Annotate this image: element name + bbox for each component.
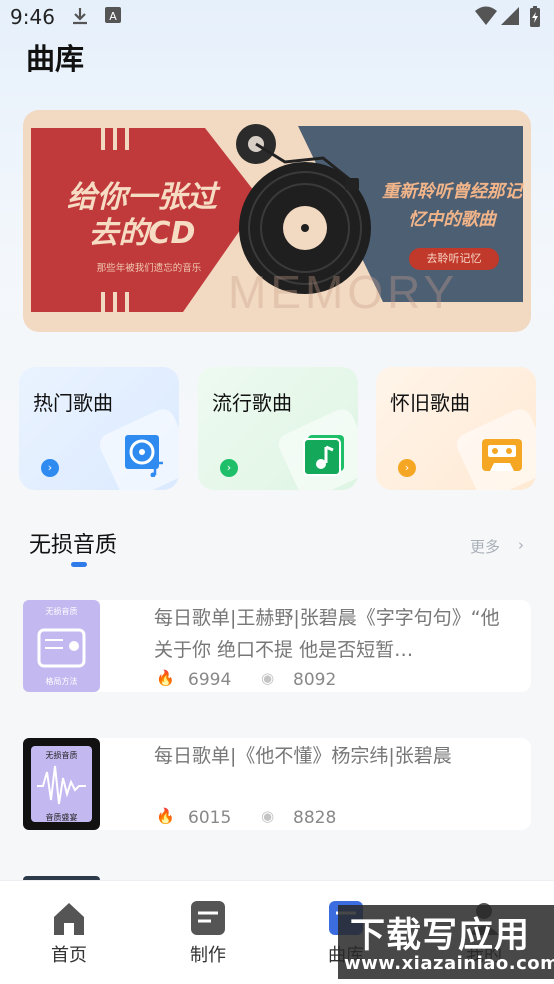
category-label: 流行歌曲 [212, 391, 292, 415]
like-count: 6994 [188, 670, 232, 690]
text-notification-icon: A [105, 7, 121, 23]
watermark-main-text: 下载写应用 [350, 916, 531, 956]
memory-banner[interactable]: 给你一张过去的CD 那些年被我们遗忘的音乐 重新聆听曾经那记忆中的歌曲 去聆听记… [23, 110, 531, 332]
like-count: 6015 [188, 808, 232, 828]
view-count: 8828 [293, 808, 337, 828]
category-label: 热门歌曲 [33, 391, 113, 415]
song-title: 每日歌单|王赫野|张碧晨《字字句句》“他关于你 绝口不提 他是否短暂… [154, 607, 500, 661]
eye-icon: ◉ [261, 807, 275, 825]
cover-text-top: 无损音质 [45, 607, 78, 616]
song-cover: 无损音质 格局方法 [23, 600, 100, 692]
cd-music-icon [125, 435, 163, 477]
song-list-item[interactable]: 无损音质 格局方法 每日歌单|王赫野|张碧晨《字字句句》“他关于你 绝口不提 他… [23, 600, 531, 692]
document-icon [191, 901, 225, 935]
cassette-icon [482, 439, 522, 471]
banner-left-subtitle: 那些年被我们遗忘的音乐 [96, 263, 202, 274]
nav-label: 首页 [51, 945, 87, 966]
nav-home[interactable]: 首页 [29, 899, 109, 967]
section-title: 无损音质 [29, 533, 118, 558]
status-bar: 9:46 A [0, 0, 554, 32]
wifi-icon [475, 6, 497, 25]
signal-icon [501, 7, 519, 25]
cover-text-bottom: 格局方法 [45, 677, 78, 686]
nav-label: 制作 [190, 945, 226, 966]
chevron-right-icon: › [41, 459, 59, 477]
nav-create[interactable]: 制作 [168, 899, 248, 967]
song-cover: 无损音质 音质盛宴 [23, 738, 100, 830]
flame-icon: 🔥 [156, 669, 175, 687]
song-title: 每日歌单|《他不懂》杨宗纬|张碧晨 [154, 745, 452, 767]
download-icon [73, 8, 87, 25]
cover-text-bottom: 音质盛宴 [45, 813, 78, 822]
watermark-sub-text: www.xiazainiao.com [344, 953, 554, 974]
flame-icon: 🔥 [156, 807, 175, 825]
eye-icon: ◉ [261, 669, 275, 687]
category-nostalgic-songs[interactable]: 怀旧歌曲 › [376, 367, 536, 490]
svg-text:A: A [109, 10, 117, 23]
category-label: 怀旧歌曲 [390, 391, 470, 415]
site-watermark: 下载写应用 www.xiazainiao.com [338, 905, 554, 979]
banner-right-title: 重新聆听曾经那记忆中的歌曲 [382, 182, 522, 230]
home-icon [54, 903, 84, 935]
banner-watermark-text: MEMORY [228, 266, 459, 318]
banner-left-title: 给你一张过去的CD [67, 180, 217, 251]
chevron-right-icon: › [220, 459, 238, 477]
song-list-item[interactable]: 无损音质 音质盛宴 每日歌单|《他不懂》杨宗纬|张碧晨 🔥 6015 ◉ 882… [23, 738, 531, 830]
section-underline [71, 562, 87, 567]
battery-icon [530, 6, 540, 27]
more-link[interactable]: 更多 [470, 536, 500, 557]
view-count: 8092 [293, 670, 337, 690]
status-time: 9:46 [10, 5, 55, 29]
chevron-right-icon: › [398, 459, 416, 477]
page-title: 曲库 [26, 42, 85, 76]
cover-text-top: 无损音质 [45, 751, 78, 760]
category-hot-songs[interactable]: 热门歌曲 › [19, 367, 179, 490]
music-note-icon [303, 435, 344, 476]
category-pop-songs[interactable]: 流行歌曲 › [198, 367, 358, 490]
chevron-right-icon[interactable]: › [518, 536, 524, 554]
